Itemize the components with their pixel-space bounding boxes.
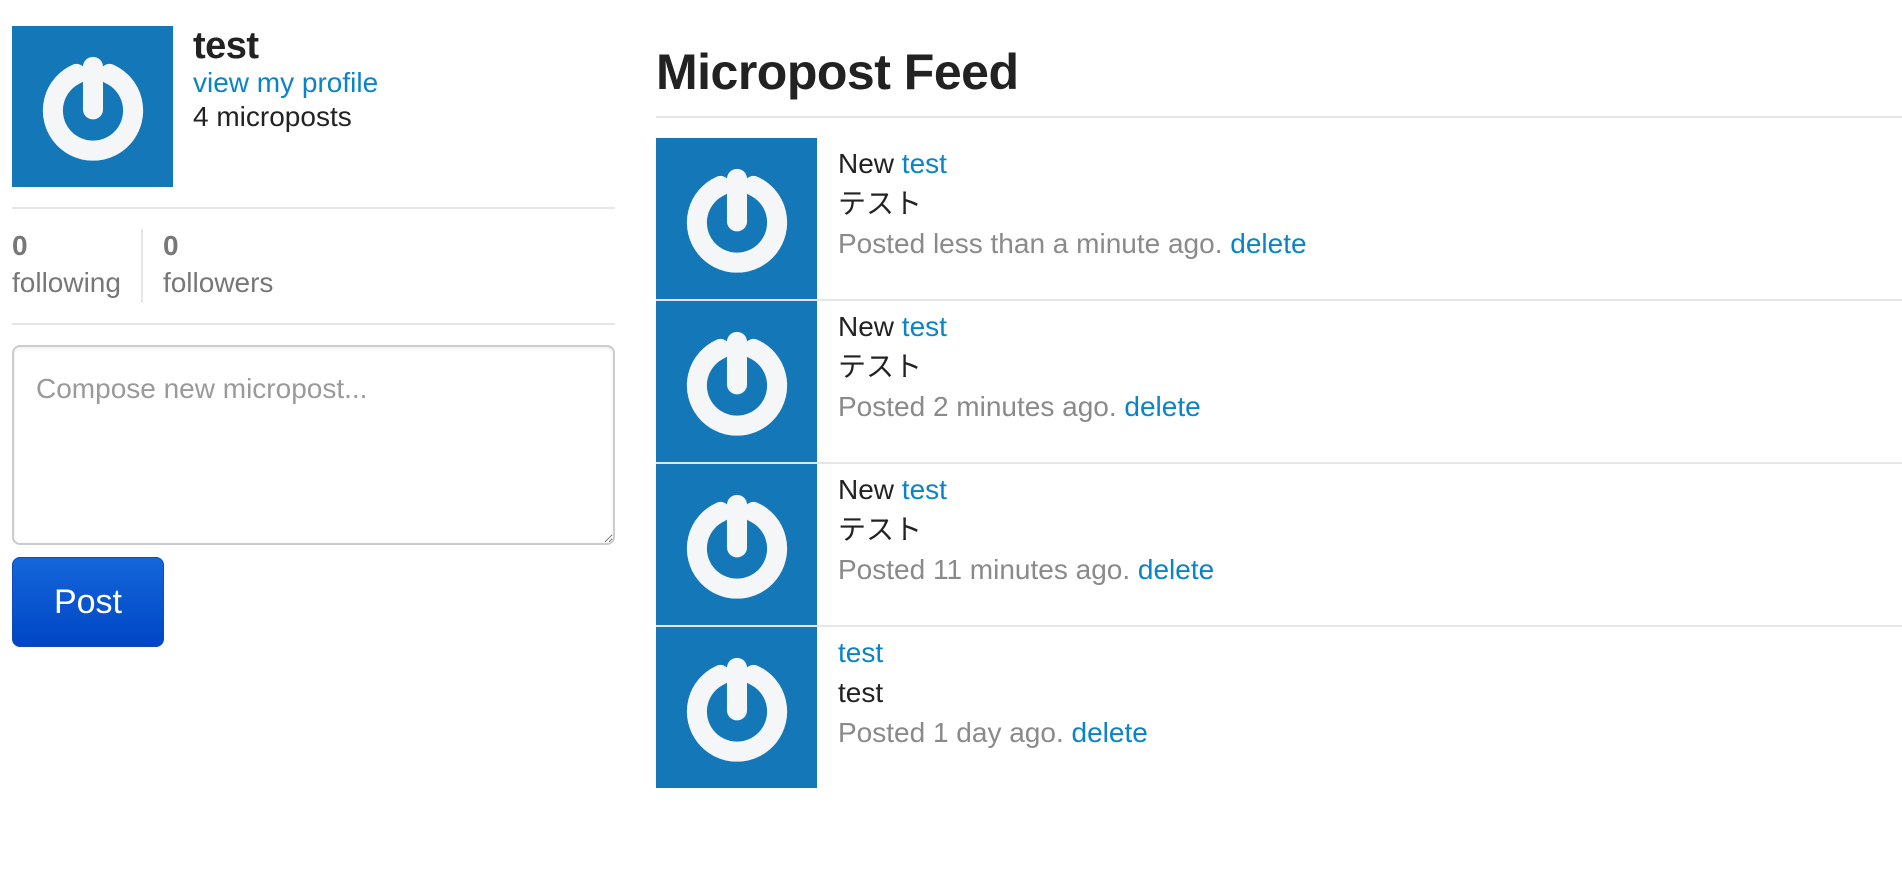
feed-content: test: [838, 677, 884, 708]
following-count: 0: [12, 230, 28, 261]
feed-user-link[interactable]: test: [902, 148, 947, 179]
feed-content: テスト: [838, 514, 923, 545]
feed-avatar[interactable]: [656, 627, 817, 788]
delete-link[interactable]: delete: [1138, 554, 1214, 585]
feed-item: test test Posted 1 day ago. delete: [656, 627, 1902, 790]
feed-user-line: New test: [838, 307, 1201, 347]
user-sidebar: test view my profile 4 microposts 0 foll…: [12, 26, 615, 647]
micropost-form: Post: [12, 345, 615, 647]
divider: [12, 323, 615, 325]
feed-user-line: New test: [838, 470, 1214, 510]
gravatar-power-icon: [686, 494, 787, 599]
feed-timestamp: Posted less than a minute ago.: [838, 228, 1223, 259]
view-profile-link[interactable]: view my profile: [193, 66, 378, 100]
feed-user-link[interactable]: test: [838, 637, 883, 668]
post-button[interactable]: Post: [12, 557, 164, 647]
delete-link[interactable]: delete: [1230, 228, 1306, 259]
compose-micropost-input[interactable]: [12, 345, 615, 545]
feed-user-link[interactable]: test: [902, 311, 947, 342]
feed-prefix: New: [838, 474, 895, 505]
feed-user-line: New test: [838, 144, 1307, 184]
feed-body: New test テスト Posted 2 minutes ago. delet…: [838, 301, 1201, 427]
feed-prefix: New: [838, 311, 895, 342]
following-label: following: [12, 267, 121, 298]
stats: 0 following 0 followers: [12, 209, 615, 323]
feed-item: New test テスト Posted 2 minutes ago. delet…: [656, 301, 1902, 464]
feed-timestamp-line: Posted 11 minutes ago. delete: [838, 550, 1214, 590]
feed-timestamp-line: Posted 1 day ago. delete: [838, 713, 1148, 753]
feed-body: New test テスト Posted less than a minute a…: [838, 138, 1307, 264]
feed-timestamp-line: Posted less than a minute ago. delete: [838, 224, 1307, 264]
gravatar-power-icon: [686, 331, 787, 436]
feed-timestamp-line: Posted 2 minutes ago. delete: [838, 387, 1201, 427]
feed-title: Micropost Feed: [656, 44, 1019, 100]
feed-avatar[interactable]: [656, 138, 817, 299]
feed-timestamp: Posted 1 day ago.: [838, 717, 1064, 748]
delete-link[interactable]: delete: [1072, 717, 1148, 748]
gravatar-power-icon: [686, 168, 787, 273]
page: test view my profile 4 microposts 0 foll…: [0, 0, 1902, 870]
followers-count: 0: [162, 230, 179, 261]
feed-prefix: New: [838, 148, 895, 179]
feed-avatar[interactable]: [656, 464, 817, 625]
followers-stat[interactable]: 0 followers: [140, 229, 293, 303]
user-avatar[interactable]: [12, 26, 173, 187]
feed-timestamp: Posted 11 minutes ago.: [838, 554, 1131, 585]
feed-avatar[interactable]: [656, 301, 817, 462]
delete-link[interactable]: delete: [1124, 391, 1200, 422]
feed-item: New test テスト Posted less than a minute a…: [656, 138, 1902, 301]
micropost-count: 4 microposts: [193, 101, 352, 132]
gravatar-power-icon: [686, 657, 787, 762]
following-stat[interactable]: 0 following: [12, 229, 141, 303]
feed-user-line: test: [838, 633, 1148, 673]
feed-user-link[interactable]: test: [902, 474, 947, 505]
feed-body: New test テスト Posted 11 minutes ago. dele…: [838, 464, 1214, 590]
feed-item: New test テスト Posted 11 minutes ago. dele…: [656, 464, 1902, 627]
gravatar-power-icon: [42, 56, 143, 161]
feed-timestamp: Posted 2 minutes ago.: [838, 391, 1117, 422]
user-meta: test view my profile 4 microposts: [193, 26, 378, 134]
feed-content: テスト: [838, 188, 923, 219]
feed-body: test test Posted 1 day ago. delete: [838, 627, 1148, 753]
micropost-feed: Micropost Feed New test テスト Posted less …: [656, 40, 1902, 790]
user-name: test: [193, 25, 259, 67]
user-info: test view my profile 4 microposts: [12, 26, 615, 187]
feed-content: テスト: [838, 351, 923, 382]
followers-label: followers: [162, 267, 274, 298]
feed-list: New test テスト Posted less than a minute a…: [656, 116, 1902, 790]
